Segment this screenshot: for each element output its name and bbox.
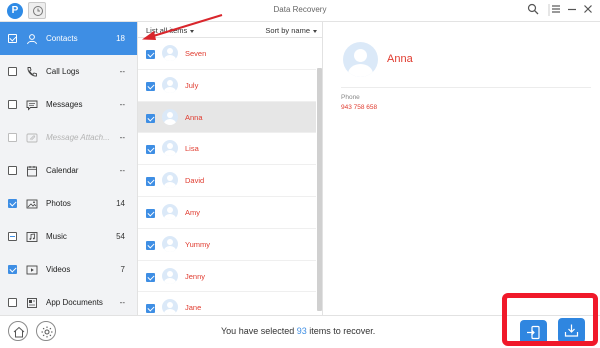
app-window: P Data Recovery Contacts 18 Call Logs --… [0,0,600,348]
arrow-annotation [142,14,223,40]
